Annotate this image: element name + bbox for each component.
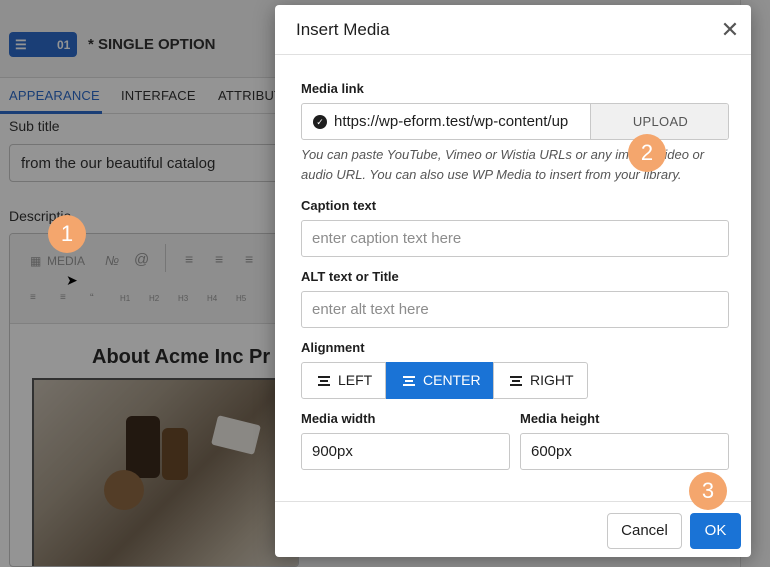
step-marker-1: 1 xyxy=(48,215,86,253)
media-link-hint: You can paste YouTube, Vimeo or Wistia U… xyxy=(301,147,705,182)
media-width-label: Media width xyxy=(301,411,376,426)
insert-media-dialog: Insert Media ✕ Media link ✓ https://wp-e… xyxy=(275,5,751,557)
media-height-label: Media height xyxy=(520,411,600,426)
media-link-label: Media link xyxy=(301,81,364,96)
step-marker-3: 3 xyxy=(689,472,727,510)
media-link-input[interactable]: https://wp-eform.test/wp-content/up xyxy=(334,113,586,130)
upload-button[interactable]: UPLOAD xyxy=(590,104,728,139)
alignment-label: Alignment xyxy=(301,340,365,355)
media-height-input[interactable] xyxy=(520,433,729,470)
media-width-input[interactable] xyxy=(301,433,510,470)
cancel-button[interactable]: Cancel xyxy=(607,513,682,549)
alt-text-input[interactable] xyxy=(301,291,729,328)
align-right-button[interactable]: RIGHT xyxy=(493,362,588,399)
align-left-icon xyxy=(318,376,330,386)
caption-label: Caption text xyxy=(301,198,377,213)
check-circle-icon: ✓ xyxy=(313,115,327,129)
alt-text-label: ALT text or Title xyxy=(301,269,399,284)
align-center-icon xyxy=(403,376,415,386)
close-icon: ✕ xyxy=(720,17,740,42)
caption-input[interactable] xyxy=(301,220,729,257)
close-button[interactable]: ✕ xyxy=(717,17,743,43)
ok-button[interactable]: OK xyxy=(690,513,741,549)
dialog-footer: Cancel OK xyxy=(275,501,751,557)
align-right-icon xyxy=(510,376,522,386)
media-link-field: ✓ https://wp-eform.test/wp-content/up UP… xyxy=(301,103,729,140)
align-left-button[interactable]: LEFT xyxy=(301,362,386,399)
align-center-button[interactable]: CENTER xyxy=(386,362,493,399)
step-marker-2: 2 xyxy=(628,134,666,172)
dialog-title: Insert Media xyxy=(296,20,390,39)
dialog-header: Insert Media ✕ xyxy=(275,5,751,55)
align-left-label: LEFT xyxy=(338,372,373,388)
align-right-label: RIGHT xyxy=(530,372,574,388)
align-center-label: CENTER xyxy=(423,372,481,388)
